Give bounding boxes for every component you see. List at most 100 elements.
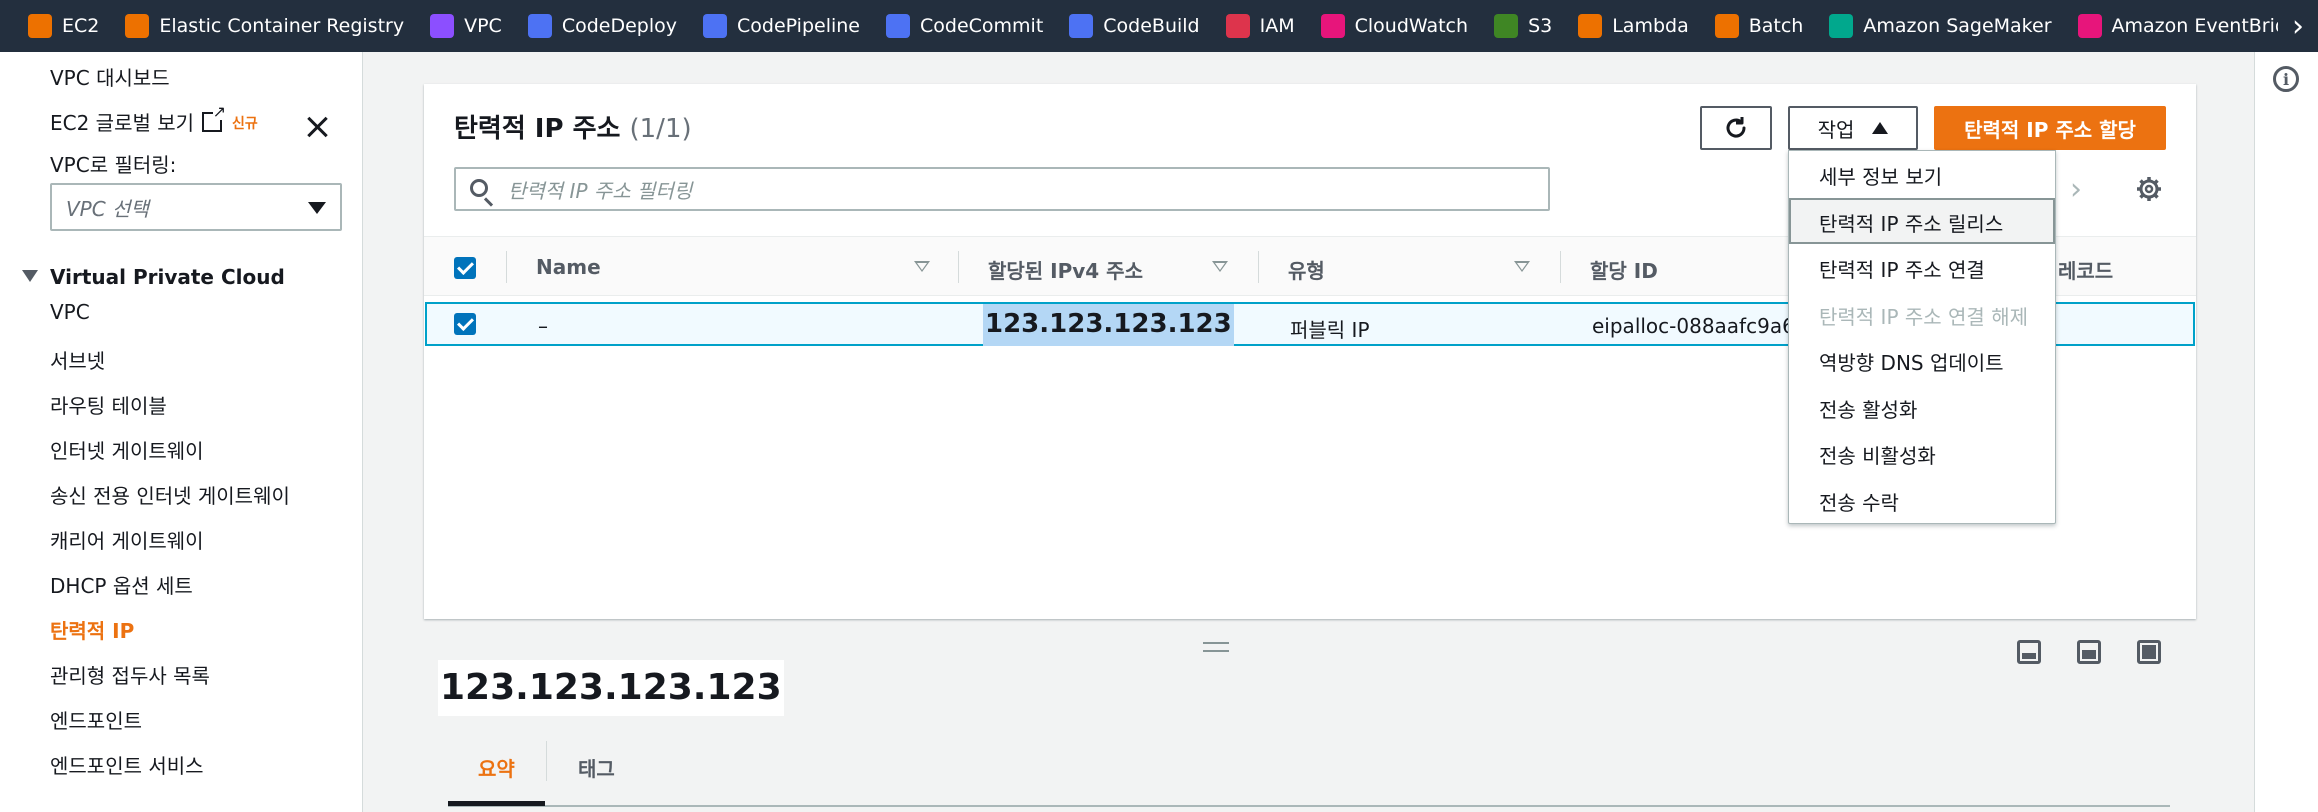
sidebar-item[interactable]: 캐리어 게이트웨이 [50, 525, 204, 554]
menu-item[interactable]: 탄력적 IP 주소 연결 [1819, 254, 1985, 283]
sidebar-item[interactable]: 송신 전용 인터넷 게이트웨이 [50, 480, 290, 509]
ecr-icon [125, 14, 150, 38]
menu-item[interactable]: 전송 수락 [1819, 487, 1899, 516]
help-rail: i [2254, 52, 2318, 812]
codecommit-icon [886, 14, 910, 38]
favorite-cloudwatch[interactable]: CloudWatch [1320, 0, 1469, 52]
favorite-codepipeline[interactable]: CodePipeline [703, 0, 860, 52]
menu-item[interactable]: 전송 비활성화 [1819, 440, 1936, 469]
allocate-elastic-ip-button[interactable]: 탄력적 IP 주소 할당 [1934, 106, 2166, 150]
column-divider [506, 251, 507, 283]
detail-tabs: 요약 태그 [448, 735, 2170, 807]
menu-item[interactable]: 탄력적 IP 주소 릴리스 [1819, 208, 2003, 237]
row-checkbox[interactable] [454, 313, 476, 335]
favorite-label: VPC [464, 15, 502, 37]
actions-dropdown-menu: 세부 정보 보기탄력적 IP 주소 릴리스탄력적 IP 주소 연결탄력적 IP … [1788, 150, 2056, 524]
cell-ipv4[interactable]: 123.123.123.123 [983, 304, 1234, 346]
favorite-vpc[interactable]: VPC [430, 0, 502, 52]
split-panel-side-icon[interactable] [2077, 640, 2101, 664]
column-header-name[interactable]: Name [536, 255, 601, 279]
sort-icon[interactable] [1514, 261, 1530, 272]
column-header-allocation-id[interactable]: 할당 ID [1590, 255, 1658, 284]
chevron-right-icon[interactable]: › [2070, 172, 2082, 207]
favorite-label: S3 [1528, 15, 1553, 37]
sidebar-item[interactable]: 라우팅 테이블 [50, 390, 167, 419]
favorites-scroll-right-icon[interactable]: › [2278, 0, 2318, 52]
sidebar-section-vpc[interactable]: Virtual Private Cloud [22, 265, 285, 289]
favorite-label: Amazon SageMaker [1863, 15, 2052, 37]
info-icon[interactable]: i [2273, 66, 2299, 92]
favorite-label: Batch [1748, 15, 1804, 37]
tab-tags[interactable]: 태그 [578, 753, 615, 782]
sidebar-item[interactable]: DHCP 옵션 세트 [50, 570, 193, 599]
select-all-checkbox[interactable] [454, 257, 476, 279]
gear-icon[interactable] [2136, 176, 2162, 202]
column-divider [1258, 251, 1259, 283]
favorite-label: EC2 [62, 15, 100, 37]
codepipeline-icon [703, 14, 727, 38]
tab-summary[interactable]: 요약 [478, 753, 515, 782]
actions-label: 작업 [1817, 117, 1855, 142]
search-input[interactable]: 탄력적 IP 주소 필터링 [454, 167, 1550, 211]
favorite-eventbridge[interactable]: Amazon EventBridge [2077, 0, 2311, 52]
column-divider [1560, 251, 1561, 283]
menu-item: 탄력적 IP 주소 연결 해제 [1819, 304, 2028, 329]
vpc-filter-label: VPC로 필터링: [50, 153, 177, 177]
menu-item[interactable]: 역방향 DNS 업데이트 [1819, 347, 2004, 376]
sidebar-item-vpc-dashboard[interactable]: VPC 대시보드 [50, 62, 170, 91]
favorite-iam[interactable]: IAM [1225, 0, 1295, 52]
favorite-label: CodeCommit [920, 15, 1044, 37]
column-header-record[interactable]: 레코드 [2058, 255, 2113, 284]
sidebar-item[interactable]: 관리형 접두사 목록 [50, 660, 210, 689]
vpc-filter-select[interactable]: VPC 선택 [50, 183, 342, 231]
ec2-icon [28, 14, 52, 38]
sidebar-item[interactable]: 인터넷 게이트웨이 [50, 435, 204, 464]
sidebar-item-ec2-global[interactable]: EC2 글로벌 보기 신규 [50, 104, 258, 136]
sidebar-item[interactable]: 탄력적 IP [50, 615, 134, 644]
column-header-type[interactable]: 유형 [1288, 255, 1325, 284]
sidebar-item[interactable]: 엔드포인트 [50, 705, 142, 734]
sidebar-section-label: Virtual Private Cloud [50, 265, 285, 289]
favorite-sagemaker[interactable]: Amazon SageMaker [1829, 0, 2052, 52]
favorite-codedeploy[interactable]: CodeDeploy [527, 0, 677, 52]
split-panel-full-icon[interactable] [2137, 640, 2161, 664]
sidebar: VPC 대시보드 EC2 글로벌 보기 신규 VPC로 필터링: VPC 선택 V… [0, 52, 363, 812]
refresh-icon [1726, 117, 1746, 138]
menu-item[interactable]: 전송 활성화 [1819, 394, 1917, 423]
favorite-ec2[interactable]: EC2 [28, 0, 99, 52]
sidebar-item-label: EC2 글로벌 보기 [50, 111, 195, 135]
favorite-label: Elastic Container Registry [159, 15, 405, 37]
selection-count: (1/1) [629, 114, 692, 144]
sagemaker-icon [1829, 14, 1854, 38]
tab-divider [546, 741, 547, 781]
favorite-lambda[interactable]: Lambda [1578, 0, 1689, 52]
menu-item[interactable]: 세부 정보 보기 [1819, 161, 1942, 190]
eventbridge-icon [2077, 14, 2102, 38]
favorite-label: CloudWatch [1354, 15, 1469, 37]
favorite-codebuild[interactable]: CodeBuild [1069, 0, 1200, 52]
favorite-batch[interactable]: Batch [1714, 0, 1804, 52]
sidebar-item[interactable]: 서브넷 [50, 345, 105, 374]
close-icon[interactable] [302, 112, 332, 142]
favorite-codecommit[interactable]: CodeCommit [886, 0, 1043, 52]
favorite-ecr[interactable]: Elastic Container Registry [125, 0, 404, 52]
split-panel-drag-handle[interactable] [1203, 642, 1229, 652]
sort-icon[interactable] [1212, 261, 1228, 272]
cell-allocation-id[interactable]: eipalloc-088aafc9a6 [1592, 314, 1795, 338]
sort-icon[interactable] [914, 261, 930, 272]
active-tab-indicator [448, 801, 545, 806]
favorite-label: CodeDeploy [561, 15, 677, 37]
favorite-s3[interactable]: S3 [1494, 0, 1552, 52]
actions-button[interactable]: 작업 [1788, 106, 1918, 150]
split-panel-bottom-icon[interactable] [2017, 640, 2041, 664]
sidebar-item[interactable]: VPC [50, 300, 90, 324]
caret-up-icon [1872, 122, 1889, 134]
favorite-label: CodePipeline [737, 15, 860, 37]
cloudwatch-icon [1320, 14, 1345, 38]
sidebar-item[interactable]: 엔드포인트 서비스 [50, 750, 204, 779]
search-placeholder: 탄력적 IP 주소 필터링 [508, 178, 693, 203]
favorite-label: CodeBuild [1103, 15, 1200, 37]
refresh-button[interactable] [1700, 106, 1772, 150]
caret-down-icon [22, 270, 38, 282]
column-header-ipv4[interactable]: 할당된 IPv4 주소 [988, 255, 1143, 284]
